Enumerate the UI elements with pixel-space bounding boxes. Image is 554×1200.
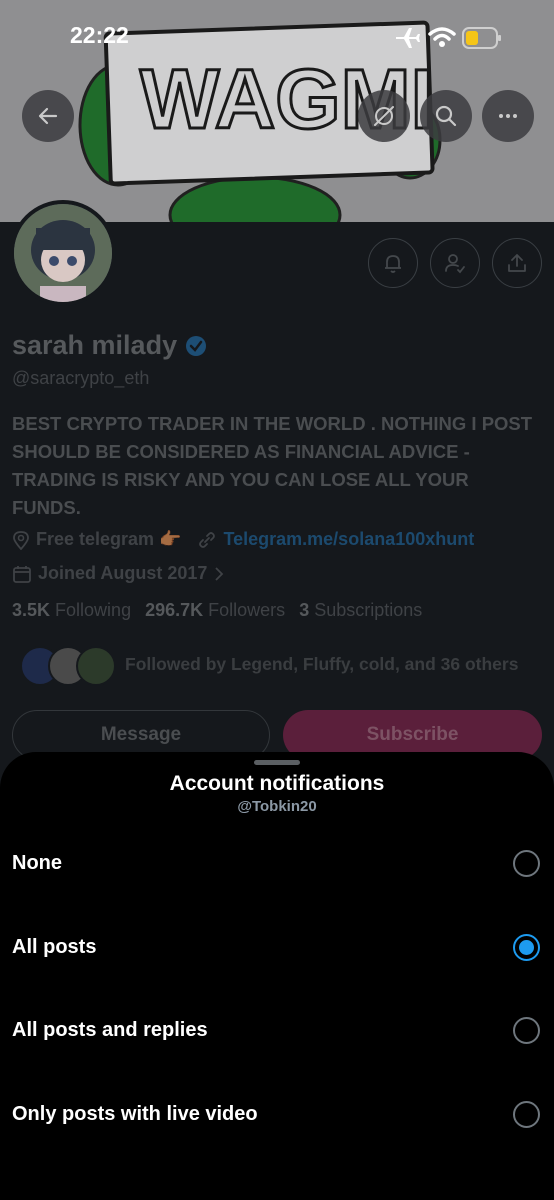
sheet-subtitle: @Tobkin20 bbox=[237, 798, 317, 815]
option-label: All posts bbox=[12, 935, 97, 958]
sheet-grabber[interactable] bbox=[254, 760, 300, 765]
status-bar: 22:22 bbox=[0, 0, 554, 72]
followers-stat[interactable]: 296.7K Followers bbox=[145, 600, 285, 621]
option-none[interactable]: None bbox=[0, 831, 554, 895]
radio-button[interactable] bbox=[513, 849, 540, 877]
wifi-icon bbox=[428, 27, 456, 47]
option-label: All posts and replies bbox=[12, 1018, 208, 1041]
share-icon bbox=[508, 254, 526, 272]
option-label: Only posts with live video bbox=[12, 1102, 258, 1125]
profile-handle: @saracrypto_eth bbox=[12, 368, 150, 388]
notifications-button[interactable] bbox=[368, 238, 418, 288]
following-label: Following bbox=[55, 600, 132, 620]
avatar-image bbox=[14, 204, 112, 302]
profile-banner[interactable]: WAGMI 22:22 bbox=[0, 0, 554, 222]
option-label: None bbox=[12, 851, 62, 874]
chevron-right-icon bbox=[215, 566, 224, 581]
link-icon bbox=[199, 531, 216, 548]
radio-button[interactable] bbox=[513, 1016, 540, 1044]
profile-bio: BEST CRYPTO TRADER IN THE WORLD . NOTHIN… bbox=[12, 413, 533, 518]
following-stat[interactable]: 3.5K Following bbox=[12, 600, 131, 621]
more-button[interactable] bbox=[482, 90, 534, 142]
back-button[interactable] bbox=[22, 90, 74, 142]
translate-button[interactable] bbox=[358, 90, 410, 142]
following-count: 3.5K bbox=[12, 600, 51, 620]
no-translate-icon bbox=[374, 106, 394, 126]
followed-by-text: Followed by Legend, Fluffy, cold, and 36… bbox=[125, 654, 519, 674]
verified-badge-icon bbox=[186, 335, 207, 356]
more-icon bbox=[499, 114, 517, 118]
followed-by-row[interactable]: Followed by Legend, Fluffy, cold, and 36… bbox=[20, 644, 518, 688]
followers-count: 296.7K bbox=[145, 600, 204, 620]
search-button[interactable] bbox=[420, 90, 472, 142]
option-all-posts[interactable]: All posts bbox=[0, 915, 554, 979]
subscriptions-stat[interactable]: 3 Subscriptions bbox=[299, 600, 422, 621]
followers-label: Followers bbox=[208, 600, 286, 620]
profile-joined: Joined August 2017 bbox=[38, 563, 208, 583]
follower-avatar bbox=[76, 646, 116, 686]
account-notifications-sheet: Account notifications @Tobkin20 None All… bbox=[0, 752, 554, 1200]
profile-website-link[interactable]: Telegram.me/solana100xhunt bbox=[223, 529, 474, 550]
radio-button[interactable] bbox=[513, 1100, 540, 1128]
sheet-title: Account notifications bbox=[169, 772, 385, 795]
profile-meta-row: Free telegram 👉🏾 Telegram.me/solana100xh… bbox=[12, 529, 474, 550]
calendar-icon bbox=[13, 565, 31, 583]
profile-joined-row[interactable]: Joined August 2017 bbox=[12, 563, 225, 584]
following-user-icon bbox=[445, 254, 465, 274]
avatar[interactable] bbox=[10, 200, 116, 306]
share-button[interactable] bbox=[492, 238, 542, 288]
following-button[interactable] bbox=[430, 238, 480, 288]
option-live-video[interactable]: Only posts with live video bbox=[0, 1082, 554, 1146]
radio-button[interactable] bbox=[513, 933, 540, 961]
location-icon bbox=[13, 530, 29, 550]
search-icon bbox=[435, 105, 457, 127]
status-time: 22:22 bbox=[70, 22, 129, 48]
airplane-icon bbox=[396, 28, 420, 48]
profile-stats: 3.5K Following 296.7K Followers 3 Subscr… bbox=[12, 600, 422, 621]
notification-bell-icon bbox=[385, 255, 401, 273]
subscriptions-label: Subscriptions bbox=[314, 600, 423, 620]
battery-icon bbox=[462, 27, 501, 49]
subscriptions-count: 3 bbox=[299, 600, 310, 620]
profile-name: sarah milady bbox=[12, 330, 178, 360]
back-arrow-icon bbox=[38, 107, 58, 125]
profile-name-row: sarah milady bbox=[12, 330, 207, 361]
option-all-posts-and-replies[interactable]: All posts and replies bbox=[0, 998, 554, 1062]
profile-location: Free telegram 👉🏾 bbox=[36, 529, 182, 549]
